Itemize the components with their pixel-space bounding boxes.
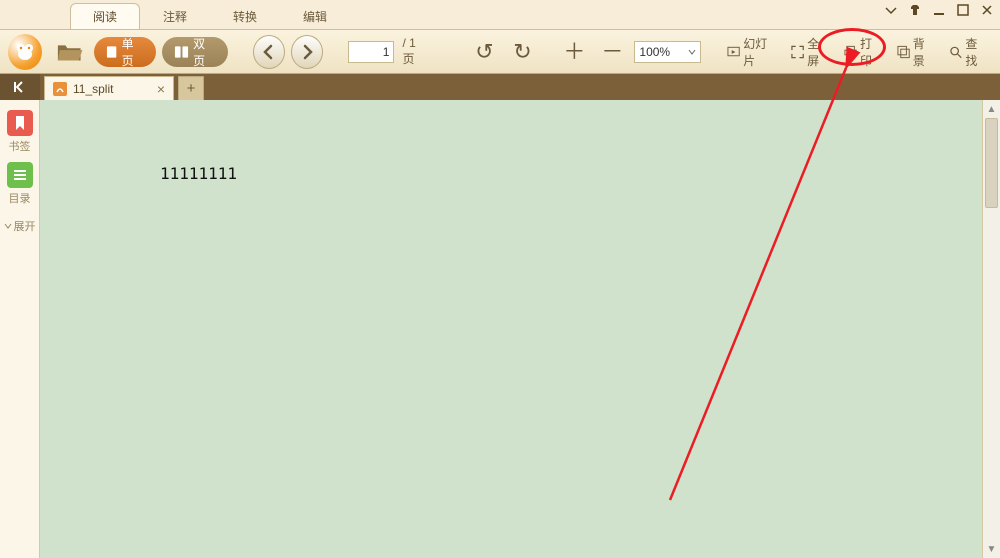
zoom-select[interactable]: 100% [634,41,701,63]
find-label: 查找 [965,35,988,69]
vertical-scrollbar[interactable]: ▲ ▼ [982,100,1000,558]
scroll-up-button[interactable]: ▲ [983,100,1000,118]
redo-button[interactable]: ↻ [506,36,538,68]
page-total-label: / 1页 [402,36,426,67]
title-bar: 阅读 注释 转换 编辑 [0,0,1000,30]
chevron-down-icon [4,222,12,230]
new-tab-button[interactable]: + [178,76,204,100]
slideshow-button[interactable]: 幻灯片 [723,38,781,66]
scrollbar-thumb[interactable] [985,118,998,208]
viewer-wrap: 11111111 ▲ ▼ [40,100,1000,558]
slideshow-icon [727,45,740,59]
single-page-button[interactable]: 单页 [94,37,156,67]
document-tab-title: 11_split [73,82,113,96]
background-icon [897,45,910,59]
settings-dropdown-icon[interactable] [884,3,898,17]
slideshow-label: 幻灯片 [743,35,777,69]
app-logo[interactable] [8,34,42,70]
sidebar-toc-label: 目录 [9,190,31,206]
left-sidebar: 书签 目录 展开 [0,100,40,558]
sidebar-item-bookmarks[interactable]: 书签 [4,108,36,156]
zoom-out-button[interactable]: － [596,36,628,68]
minimize-button[interactable] [932,3,946,17]
document-page[interactable]: 11111111 [40,100,982,558]
undo-button[interactable]: ↺ [468,36,500,68]
zoom-value: 100% [639,45,670,59]
open-file-button[interactable] [52,36,88,68]
main-toolbar: 单页 双页 / 1页 ↺ ↻ ＋ － 100% 幻灯片 全屏 打印 背景 查找 [0,30,1000,74]
mode-tab-edit[interactable]: 编辑 [280,3,350,29]
document-tab-strip: 11_split × + [0,74,1000,100]
sidebar-bookmarks-label: 书签 [9,138,31,154]
double-page-label: 双页 [193,35,216,69]
document-tab-close-button[interactable]: × [157,81,165,97]
main-area: 书签 目录 展开 11111111 ▲ ▼ [0,100,1000,558]
window-controls [884,3,994,17]
page-number-input[interactable] [348,41,394,63]
sidebar-toggle-button[interactable] [0,74,40,100]
sidebar-expand-label: 展开 [14,218,36,234]
nav-forward-button[interactable] [291,35,323,69]
single-page-label: 单页 [122,35,145,69]
double-page-button[interactable]: 双页 [162,37,228,67]
mode-tab-read[interactable]: 阅读 [70,3,140,29]
document-tab[interactable]: 11_split × [44,76,174,100]
mode-tab-annotate[interactable]: 注释 [140,3,210,29]
fullscreen-label: 全屏 [807,35,830,69]
nav-back-button[interactable] [253,35,285,69]
skin-icon[interactable] [908,3,922,17]
sidebar-expand-button[interactable]: 展开 [4,218,36,234]
scroll-down-button[interactable]: ▼ [983,540,1000,558]
background-button[interactable]: 背景 [893,38,940,66]
search-icon [949,45,962,59]
document-favicon-icon [53,82,67,96]
maximize-button[interactable] [956,3,970,17]
mode-tab-convert[interactable]: 转换 [210,3,280,29]
background-label: 背景 [913,35,936,69]
zoom-in-button[interactable]: ＋ [558,36,590,68]
print-button[interactable]: 打印 [840,38,887,66]
find-button[interactable]: 查找 [945,38,992,66]
print-label: 打印 [860,35,883,69]
print-icon [844,45,857,59]
sidebar-item-toc[interactable]: 目录 [4,160,36,208]
close-button[interactable] [980,3,994,17]
fullscreen-button[interactable]: 全屏 [787,38,834,66]
toc-icon [7,162,33,188]
document-body-text: 11111111 [160,164,237,183]
bookmark-icon [7,110,33,136]
fullscreen-icon [791,45,804,59]
chevron-down-icon [688,48,696,56]
